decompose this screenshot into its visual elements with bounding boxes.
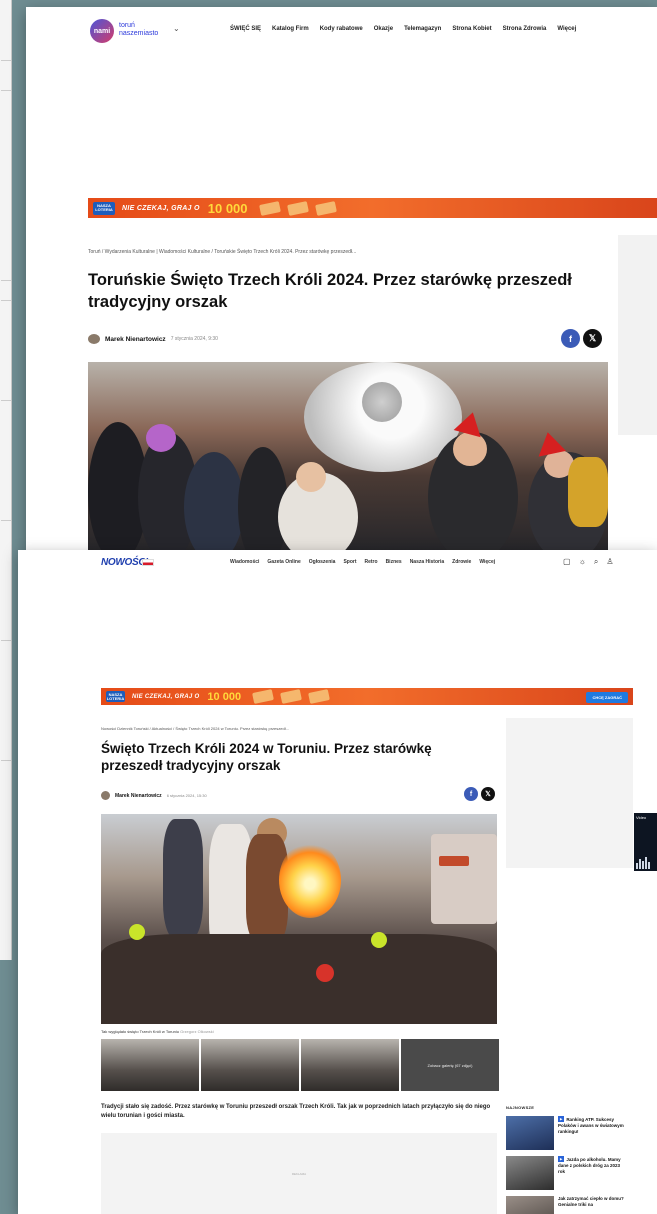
background-window-edge [0,0,12,960]
newspaper-icon[interactable]: ▢ [563,557,571,567]
top-navigation: nami toruń naszemiasto ⌄ ŚWIĘĆ SIĘ Katal… [26,7,657,57]
x-icon[interactable]: 𝕏 [583,329,602,348]
latest-item[interactable]: Jak zatrzymać ciepło w domu? Genialne tr… [506,1196,628,1214]
nav-link[interactable]: Okazje [374,26,393,32]
breadcrumb[interactable]: Nowości Dziennik Toruński / Aktualności … [101,726,289,731]
site-logo-text[interactable]: toruń naszemiasto [119,22,158,38]
avatar [101,791,110,800]
avatar [88,334,100,344]
nav-link[interactable]: Zdrowie [452,559,471,565]
ad-decoration [258,200,337,216]
page-title: Święto Trzech Króli 2024 w Toruniu. Prze… [101,741,432,773]
article-photo[interactable] [88,362,608,552]
author-name[interactable]: Marek Nienartowicz [105,336,166,343]
author-row: Marek Nienartowicz 6 stycznia 2024, 15:3… [101,791,207,800]
nav-link[interactable]: Strona Kobiet [452,26,491,32]
facebook-icon[interactable]: f [561,329,580,348]
publish-date: 6 stycznia 2024, 15:30 [166,793,207,798]
nav-links: Wiadomości Gazeta Online Ogłoszenia Spor… [230,559,495,565]
nav-link-more[interactable]: Więcej [557,26,576,32]
photo-credit: Grzegorz Olkowski [180,1029,214,1034]
nav-link[interactable]: Nasza Historia [410,559,444,565]
ad-amount: 10 000 [207,690,242,703]
nav-link[interactable]: ŚWIĘĆ SIĘ [230,26,261,32]
site-logo[interactable]: nami [90,19,114,43]
nav-link-more[interactable]: Więcej [479,559,495,565]
ad-text: NIE CZEKAJ, GRAJ O [122,204,200,212]
nav-link[interactable]: Biznes [386,559,402,565]
chevron-down-icon[interactable]: ⌄ [173,24,180,33]
gallery-thumbnail[interactable] [301,1039,399,1091]
nav-link[interactable]: Wiadomości [230,559,259,565]
latest-item[interactable]: ▶ Jazda po alkoholu. Mamy dane z polskich… [506,1156,628,1190]
ad-badge: NASZA LOTERIA [93,201,115,215]
x-icon[interactable]: 𝕏 [481,787,495,801]
side-ad-placeholder [618,235,657,435]
ad-cta-button[interactable]: CHCĘ ZAGRAĆ [586,692,628,703]
latest-item[interactable]: ▶ Ranking ATP. Sukcesy Polaków i awans w … [506,1116,628,1150]
nav-link[interactable]: Katalog Firm [272,26,309,32]
gallery-thumbnail[interactable] [101,1039,199,1091]
photo-caption: Tak wyglądało święto Trzech Króli w Toru… [101,1029,214,1034]
facebook-icon[interactable]: f [464,787,478,801]
latest-thumbnail [506,1156,554,1190]
nav-link[interactable]: Strona Zdrowia [503,26,547,32]
publish-date: 7 stycznia 2024, 9:30 [170,336,218,342]
share-buttons: f 𝕏 [561,329,602,348]
latest-thumbnail [506,1116,554,1150]
ad-amount: 10 000 [207,200,248,216]
page-title: Toruńskie Święto Trzech Króli 2024. Prze… [88,271,572,311]
ad-text: NIE CZEKAJ, GRAJ O [132,693,200,700]
flag-icon [142,559,154,566]
ad-decoration [252,689,331,704]
breadcrumb[interactable]: Toruń / Wydarzenia Kulturalne | Wiadomoś… [88,249,356,255]
author-name[interactable]: Marek Nienartowicz [115,793,162,799]
video-preview-bars [636,857,650,869]
author-row: Marek Nienartowicz 7 stycznia 2024, 9:30 [88,334,218,344]
gallery-thumbnail[interactable] [201,1039,299,1091]
side-ad-placeholder [506,718,633,868]
in-article-ad-placeholder: REKLAMA [101,1133,497,1214]
screenshot-torun-naszemiasto: nami toruń naszemiasto ⌄ ŚWIĘĆ SIĘ Katal… [26,7,657,552]
nav-link[interactable]: Gazeta Online [267,559,300,565]
lottery-ad-banner[interactable]: NASZA LOTERIA NIE CZEKAJ, GRAJ O 10 000 [88,198,657,218]
screenshot-nowosci: NOWOŚCI Wiadomości Gazeta Online Ogłosze… [18,550,657,1214]
article-photo[interactable] [101,814,497,1024]
weather-icon[interactable]: ☼ [579,557,586,567]
gallery-more-button[interactable]: Zobacz galerię (67 zdjęć) [401,1039,499,1091]
gallery-thumbnails: Zobacz galerię (67 zdjęć) [101,1039,499,1091]
latest-thumbnail [506,1196,554,1214]
user-icon[interactable]: ♙ [606,557,613,567]
nav-link[interactable]: Retro [365,559,378,565]
site-logo[interactable]: NOWOŚCI [101,557,148,568]
nav-link[interactable]: Kody rabatowe [320,26,363,32]
nav-link[interactable]: Sport [343,559,356,565]
article-lead: Tradycji stało się zadość. Przez starówk… [101,1104,491,1119]
lottery-ad-banner[interactable]: NASZA LOTERIA NIE CZEKAJ, GRAJ O 10 000 … [101,688,633,705]
video-player-widget[interactable]: Video [634,813,657,871]
search-icon[interactable]: ⌕ [594,557,598,567]
ad-badge: NASZA LOTERIA [106,691,125,702]
nav-link[interactable]: Telemagazyn [404,26,441,32]
share-buttons: f 𝕏 [464,787,495,801]
nav-links: ŚWIĘĆ SIĘ Katalog Firm Kody rabatowe Oka… [230,26,576,32]
nav-link[interactable]: Ogłoszenia [309,559,336,565]
header-icons: ▢ ☼ ⌕ ♙ [563,557,614,567]
latest-heading: NAJNOWSZE [506,1105,535,1110]
